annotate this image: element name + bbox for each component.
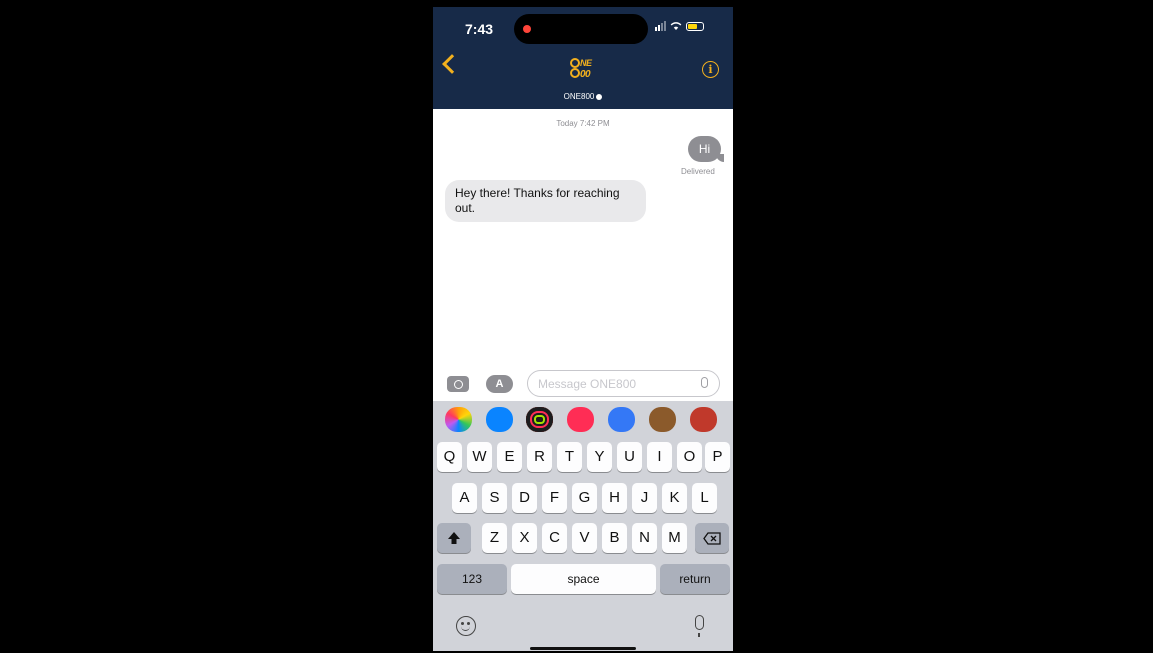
key-a[interactable]: A [452,483,477,513]
delivery-status: Delivered [681,167,715,176]
wifi-icon [670,22,682,30]
app-store-icon[interactable] [486,407,513,432]
contact-name[interactable]: ONE800 [433,92,733,101]
phone-screen: 7:43 NE 00 i ONE800 Today 7:42 PM Hi Del… [433,7,733,651]
microphone-icon[interactable] [695,615,704,637]
home-indicator[interactable] [530,647,636,650]
key-z[interactable]: Z [482,523,507,553]
key-m[interactable]: M [662,523,687,553]
status-icons [655,21,704,31]
animoji-icon[interactable] [690,407,717,432]
shift-arrow-icon [448,532,460,544]
one800-logo: NE 00 [570,58,593,80]
cellular-signal-icon [655,21,666,31]
key-j[interactable]: J [632,483,657,513]
app-store-apps-icon[interactable]: A [486,375,513,393]
imessage-app-strip [433,401,733,437]
key-g[interactable]: G [572,483,597,513]
outgoing-message-bubble[interactable]: Hi [688,136,724,162]
key-i[interactable]: I [647,442,672,472]
memoji-icon[interactable] [649,407,676,432]
back-chevron-icon[interactable] [442,54,462,74]
key-e[interactable]: E [497,442,522,472]
key-n[interactable]: N [632,523,657,553]
key-c[interactable]: C [542,523,567,553]
audio-message-icon[interactable] [608,407,635,432]
return-key[interactable]: return [660,564,730,594]
key-t[interactable]: T [557,442,582,472]
key-p[interactable]: P [705,442,730,472]
incoming-message-bubble[interactable]: Hey there! Thanks for reaching out. [445,180,646,222]
key-s[interactable]: S [482,483,507,513]
key-r[interactable]: R [527,442,552,472]
conversation-header: 7:43 NE 00 i ONE800 [433,7,733,109]
key-o[interactable]: O [677,442,702,472]
key-l[interactable]: L [692,483,717,513]
key-f[interactable]: F [542,483,567,513]
key-x[interactable]: X [512,523,537,553]
key-w[interactable]: W [467,442,492,472]
svg-text:00: 00 [580,69,591,80]
info-icon[interactable]: i [702,61,719,78]
key-q[interactable]: Q [437,442,462,472]
contact-name-label: ONE800 [563,92,595,101]
verified-badge-icon [596,93,603,100]
key-b[interactable]: B [602,523,627,553]
key-v[interactable]: V [572,523,597,553]
dynamic-island [514,14,648,44]
dictation-mic-icon[interactable] [701,377,708,388]
fitness-app-icon[interactable] [526,407,553,432]
status-time: 7:43 [465,21,494,37]
key-u[interactable]: U [617,442,642,472]
photos-app-icon[interactable] [445,407,472,432]
camera-icon[interactable] [447,376,469,392]
numbers-key[interactable]: 123 [437,564,507,594]
delete-key[interactable] [695,523,729,553]
battery-charging-icon [686,21,704,31]
recording-indicator-icon [523,25,531,33]
shift-key[interactable] [437,523,471,553]
conversation-timestamp: Today 7:42 PM [556,119,610,128]
keyboard: Q W E R T Y U I O P A S D F G H J K L Z … [433,437,733,651]
message-composer: A [433,367,733,401]
emoji-icon[interactable] [456,616,476,636]
svg-text:NE: NE [580,58,593,68]
key-k[interactable]: K [662,483,687,513]
key-y[interactable]: Y [587,442,612,472]
key-h[interactable]: H [602,483,627,513]
message-input[interactable] [527,370,720,397]
search-images-icon[interactable] [567,407,594,432]
key-d[interactable]: D [512,483,537,513]
backspace-icon [703,532,721,545]
space-key[interactable]: space [511,564,656,594]
